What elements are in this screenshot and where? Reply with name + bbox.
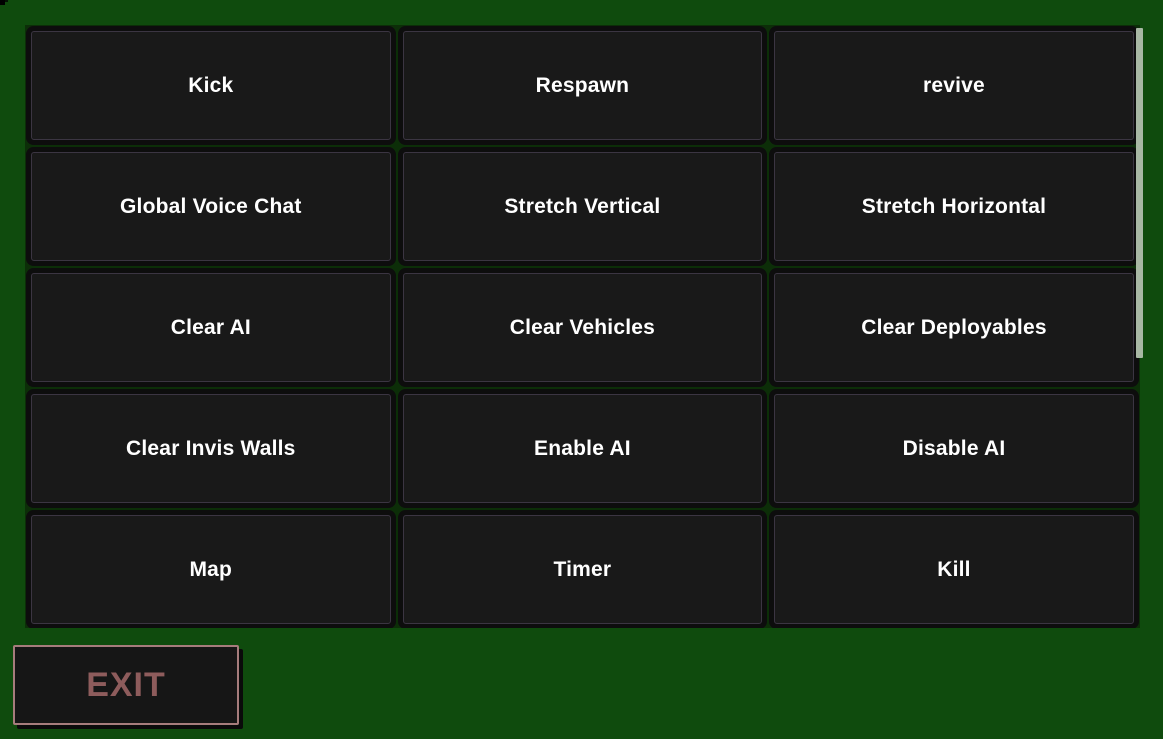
- command-button[interactable]: Clear Invis Walls: [25, 388, 397, 509]
- command-button[interactable]: Clear AI: [25, 267, 397, 388]
- command-panel: Kick Respawn revive Global Voice Chat Stretc…: [25, 25, 1140, 628]
- command-button-label: Clear AI: [170, 315, 251, 339]
- command-button-label: Kick: [188, 73, 234, 97]
- command-button[interactable]: Timer: [397, 509, 769, 628]
- command-button[interactable]: Map: [25, 509, 397, 628]
- command-button[interactable]: Kick: [25, 25, 397, 146]
- command-button[interactable]: Respawn: [397, 25, 769, 146]
- command-button[interactable]: Disable AI: [768, 388, 1140, 509]
- command-button-label: Timer: [553, 557, 612, 581]
- command-button-surface[interactable]: Stretch Horizontal: [774, 152, 1134, 261]
- command-button[interactable]: Clear Vehicles: [397, 267, 769, 388]
- command-button-surface[interactable]: Respawn: [402, 31, 763, 140]
- command-button-surface[interactable]: Clear Deployables: [774, 273, 1134, 382]
- command-button-surface[interactable]: Map: [31, 515, 391, 624]
- command-button-surface[interactable]: Clear Invis Walls: [31, 394, 391, 503]
- command-button-surface[interactable]: Kill: [774, 515, 1134, 624]
- command-button-surface[interactable]: Kick: [31, 31, 391, 140]
- command-button-label: Respawn: [535, 73, 630, 97]
- command-button-surface[interactable]: Timer: [402, 515, 763, 624]
- command-button-label: Kill: [937, 557, 971, 581]
- command-button-label: Clear Vehicles: [509, 315, 655, 339]
- command-button-surface[interactable]: Clear Vehicles: [402, 273, 763, 382]
- command-button[interactable]: Global Voice Chat: [25, 146, 397, 267]
- command-button[interactable]: Kill: [768, 509, 1140, 628]
- command-button[interactable]: revive: [768, 25, 1140, 146]
- command-button-label: Disable AI: [902, 436, 1006, 460]
- corner-artifact-secondary: [5, 0, 8, 2]
- command-button-label: Global Voice Chat: [120, 194, 302, 218]
- command-button-label: revive: [923, 73, 985, 97]
- command-button[interactable]: Stretch Horizontal: [768, 146, 1140, 267]
- exit-button-label: EXIT: [86, 665, 166, 704]
- command-button-label: Enable AI: [534, 436, 631, 460]
- command-button[interactable]: Clear Deployables: [768, 267, 1140, 388]
- command-button-surface[interactable]: Stretch Vertical: [402, 152, 763, 261]
- scrollbar-thumb[interactable]: [1136, 28, 1143, 358]
- command-button-grid: Kick Respawn revive Global Voice Chat Stretc…: [25, 25, 1140, 628]
- command-button[interactable]: Stretch Vertical: [397, 146, 769, 267]
- command-button-surface[interactable]: Clear AI: [31, 273, 391, 382]
- command-button-label: Clear Deployables: [861, 315, 1047, 339]
- exit-button[interactable]: EXIT: [13, 645, 239, 725]
- app-root: Kick Respawn revive Global Voice Chat Stretc…: [0, 0, 1163, 739]
- command-button-surface[interactable]: Enable AI: [402, 394, 763, 503]
- command-button[interactable]: Enable AI: [397, 388, 769, 509]
- command-button-label: Map: [189, 557, 233, 581]
- command-button-label: Stretch Horizontal: [861, 194, 1047, 218]
- command-button-label: Stretch Vertical: [504, 194, 661, 218]
- command-button-surface[interactable]: Disable AI: [774, 394, 1134, 503]
- command-button-surface[interactable]: revive: [774, 31, 1134, 140]
- command-button-label: Clear Invis Walls: [126, 436, 296, 460]
- command-button-surface[interactable]: Global Voice Chat: [31, 152, 391, 261]
